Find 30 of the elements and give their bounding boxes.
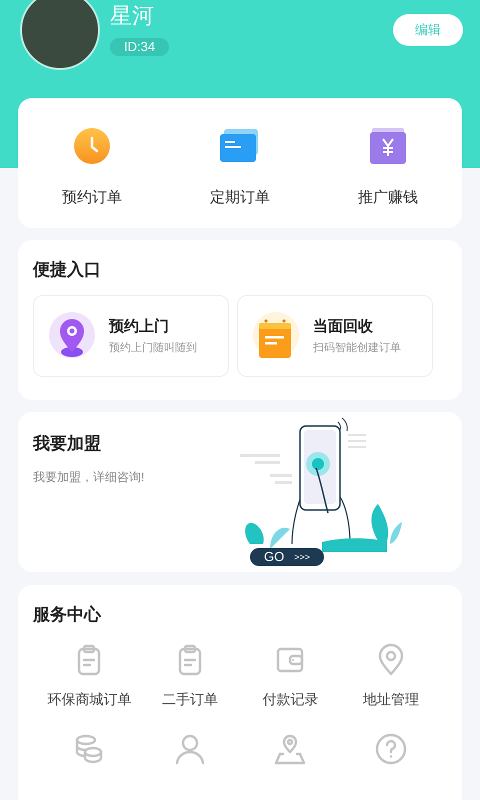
help-icon — [374, 732, 408, 766]
franchise-card[interactable]: 我要加盟 我要加盟，详细咨询! GO >>> — [18, 412, 462, 572]
order-entry-label[interactable]: 定期订单 — [210, 187, 270, 210]
service-entry-label[interactable]: 付款记录 — [262, 689, 318, 710]
yen-wallet-icon — [370, 128, 406, 164]
order-entry-label[interactable]: 预约订单 — [62, 187, 122, 210]
franchise-description: 我要加盟，详细咨询! — [33, 469, 144, 486]
shortcut-title: 预约上门 — [109, 317, 170, 337]
shortcut-title: 当面回收 — [313, 317, 374, 337]
go-button[interactable]: GO >>> — [250, 548, 324, 566]
shortcut-subtitle: 扫码智能创建订单 — [313, 341, 401, 355]
shortcut-card[interactable]: 预约上门 预约上门随叫随到 — [33, 295, 229, 377]
section-title: 便捷入口 — [33, 259, 102, 281]
section-title: 我要加盟 — [33, 433, 102, 455]
location-pin-icon — [49, 312, 95, 360]
calendar-icon — [253, 312, 299, 360]
service-entry-label[interactable]: 二手订单 — [162, 689, 218, 710]
go-label: GO — [264, 549, 284, 565]
section-title: 服务中心 — [33, 604, 102, 626]
service-entry-label[interactable]: 地址管理 — [362, 689, 419, 710]
id-badge: ID:34 — [110, 38, 170, 56]
user-name: 星河 — [110, 2, 154, 30]
order-entry-label[interactable]: 推广赚钱 — [358, 187, 418, 210]
shortcut-card[interactable]: 当面回收 扫码智能创建订单 — [237, 295, 433, 377]
cards-icon — [220, 129, 260, 163]
clock-icon — [73, 127, 111, 165]
map-pin-icon — [273, 732, 308, 766]
go-arrows: >>> — [294, 551, 310, 563]
shortcut-subtitle: 预约上门随叫随到 — [109, 341, 197, 355]
service-entry-label[interactable]: 环保商城订单 — [47, 689, 132, 710]
